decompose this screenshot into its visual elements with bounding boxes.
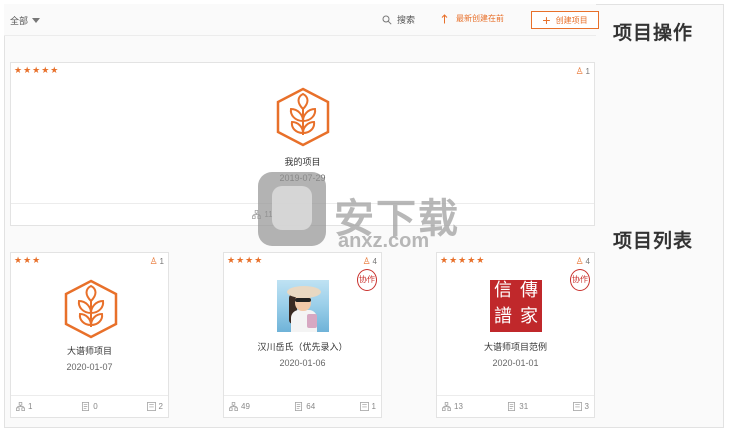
create-project-button[interactable]: + 创建项目 xyxy=(531,11,599,29)
arrow-up-icon xyxy=(441,13,448,23)
card-footer: 49 64 1 xyxy=(224,395,381,417)
caret-down-icon xyxy=(32,18,41,23)
filter-label: 全部 xyxy=(10,16,29,26)
person-photo xyxy=(277,280,329,332)
search-icon xyxy=(382,15,392,25)
red-seal-logo: 信 傳 譜 家 xyxy=(490,280,542,332)
card-footer: 13 31 3 xyxy=(437,395,594,417)
filter-dropdown[interactable]: 全部 xyxy=(10,14,41,27)
member-count-value: 1 xyxy=(159,257,164,266)
member-count: ♙ 4 xyxy=(575,256,590,267)
person-icon: ♙ xyxy=(575,66,584,76)
hierarchy-icon xyxy=(16,402,25,411)
node-count-value: 49 xyxy=(241,402,250,411)
plus-icon: + xyxy=(542,12,551,28)
star-rating: ★★★★ xyxy=(227,255,264,265)
file-count: 3 xyxy=(572,402,589,411)
document-count-value: 64 xyxy=(306,402,316,411)
collaboration-seal-icon: 协作 xyxy=(570,269,590,291)
member-count: ♙ 4 xyxy=(362,256,377,267)
project-card[interactable]: ★★★★ ♙ 4 协作 汉川岳氏（优先录入） 2020-01-06 49 64 … xyxy=(223,252,382,418)
search-label: 搜索 xyxy=(397,15,416,25)
file-count-value: 3 xyxy=(584,402,589,411)
star-rating: ★★★★★ xyxy=(440,255,486,265)
project-date: 2020-01-06 xyxy=(279,358,326,368)
file-count-value: 1 xyxy=(371,402,376,411)
document-icon xyxy=(508,402,516,411)
document-count: 31 xyxy=(507,402,528,411)
star-rating: ★★★★★ xyxy=(14,65,60,75)
seal-char: 家 xyxy=(520,306,538,327)
hexagon-tree-logo-icon xyxy=(64,279,118,339)
member-count: ♙ 1 xyxy=(575,66,590,77)
person-icon: ♙ xyxy=(149,256,158,266)
member-count: ♙ 1 xyxy=(149,256,164,267)
document-count: 0 xyxy=(81,402,98,411)
seal-char: 信 xyxy=(494,280,512,301)
star-rating: ★★★ xyxy=(14,255,42,265)
member-count-value: 4 xyxy=(585,257,590,266)
node-count: 49 xyxy=(229,402,250,411)
hierarchy-icon xyxy=(442,402,451,411)
file-icon xyxy=(359,402,369,411)
project-date: 2020-01-01 xyxy=(492,358,539,368)
card-footer: 1 0 2 xyxy=(11,395,168,417)
file-count: 1 xyxy=(359,402,376,411)
project-date: 2020-01-07 xyxy=(66,362,113,372)
person-icon: ♙ xyxy=(362,256,371,266)
document-count-value: 31 xyxy=(519,402,529,411)
hexagon-tree-logo-icon xyxy=(276,87,330,147)
seal-char: 譜 xyxy=(494,306,512,327)
create-project-label: 创建项目 xyxy=(555,15,588,25)
document-icon xyxy=(82,402,90,411)
person-icon: ♙ xyxy=(575,256,584,266)
seal-char: 傳 xyxy=(520,280,538,301)
sort-label: 最新创建在前 xyxy=(456,14,504,23)
project-card[interactable]: ★★★ ♙ 1 大谱师项目 2020-01-07 1 0 2 xyxy=(10,252,169,418)
hierarchy-icon xyxy=(229,402,238,411)
annotation-project-list: 项目列表 xyxy=(613,231,694,252)
collaboration-seal-icon: 协作 xyxy=(357,269,377,291)
project-name: 大谱师项目范例 xyxy=(483,342,547,352)
member-count-value: 4 xyxy=(372,257,377,266)
watermark-subtext: anxz.com xyxy=(338,230,430,252)
file-count: 2 xyxy=(146,402,163,411)
watermark-logo-icon xyxy=(258,172,326,246)
project-toolbar: 全部 搜索 最新创建在前 + 创建项目 xyxy=(4,4,599,36)
document-count-value: 0 xyxy=(93,402,98,411)
document-icon xyxy=(295,402,303,411)
node-count: 13 xyxy=(442,402,463,411)
file-icon xyxy=(146,402,156,411)
node-count: 1 xyxy=(16,402,32,411)
node-count-value: 1 xyxy=(28,402,33,411)
document-count: 64 xyxy=(294,402,315,411)
project-name: 大谱师项目 xyxy=(66,346,112,356)
project-name: 汉川岳氏（优先录入） xyxy=(257,342,348,352)
project-name: 我的项目 xyxy=(284,157,321,167)
annotation-project-operations: 项目操作 xyxy=(613,23,694,44)
project-card[interactable]: ★★★★★ ♙ 4 协作 信 傳 譜 家 大谱师项目范例 2020-01-01 … xyxy=(436,252,595,418)
search-button[interactable]: 搜索 xyxy=(382,13,415,26)
file-count-value: 2 xyxy=(158,402,163,411)
file-icon xyxy=(572,402,582,411)
member-count-value: 1 xyxy=(585,67,590,76)
sort-toggle[interactable]: 最新创建在前 xyxy=(441,13,504,24)
node-count-value: 13 xyxy=(454,402,463,411)
